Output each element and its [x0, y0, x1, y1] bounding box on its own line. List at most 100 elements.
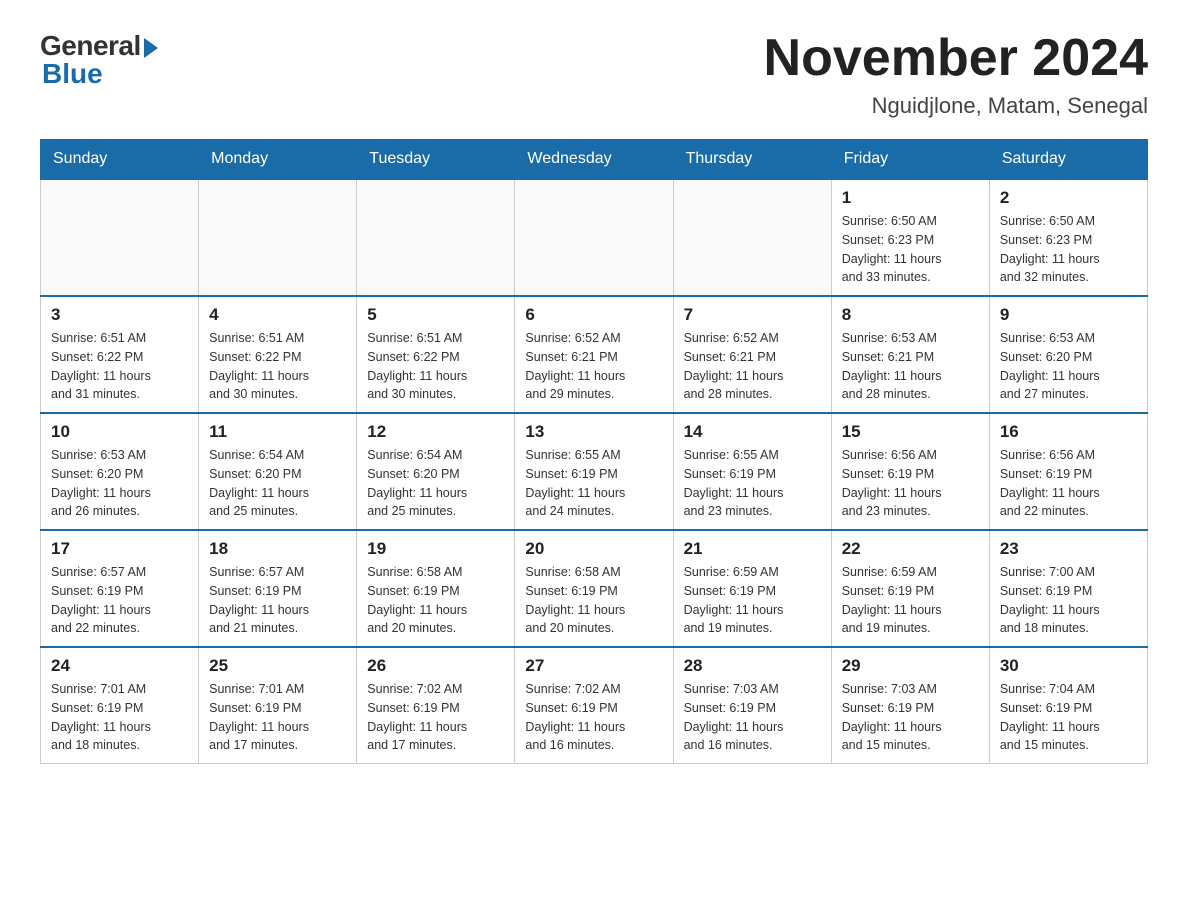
- day-number: 29: [842, 656, 979, 676]
- day-number: 27: [525, 656, 662, 676]
- day-number: 30: [1000, 656, 1137, 676]
- day-info: Sunrise: 6:58 AM Sunset: 6:19 PM Dayligh…: [525, 563, 662, 638]
- day-number: 24: [51, 656, 188, 676]
- calendar-cell: 10Sunrise: 6:53 AM Sunset: 6:20 PM Dayli…: [41, 413, 199, 530]
- day-info: Sunrise: 6:56 AM Sunset: 6:19 PM Dayligh…: [842, 446, 979, 521]
- calendar-cell: 14 Sunrise: 6:55 AM Sunset: 6:19 PM Dayli…: [673, 413, 831, 530]
- calendar-cell: 16Sunrise: 6:56 AM Sunset: 6:19 PM Dayli…: [989, 413, 1147, 530]
- day-number: 21: [684, 539, 821, 559]
- column-header-tuesday: Tuesday: [357, 140, 515, 180]
- week-row-2: 3 Sunrise: 6:51 AM Sunset: 6:22 PM Daylig…: [41, 296, 1148, 413]
- calendar-cell: [357, 179, 515, 296]
- day-number: 11: [209, 422, 346, 442]
- day-number: 20: [525, 539, 662, 559]
- day-number: 16: [1000, 422, 1137, 442]
- day-number: 18: [209, 539, 346, 559]
- calendar-cell: 28 Sunrise: 7:03 AM Sunset: 6:19 PM Dayli…: [673, 647, 831, 764]
- calendar-cell: 27 Sunrise: 7:02 AM Sunset: 6:19 PM Dayli…: [515, 647, 673, 764]
- week-row-4: 17 Sunrise: 6:57 AM Sunset: 6:19 PM Dayli…: [41, 530, 1148, 647]
- day-info: Sunrise: 7:00 AM Sunset: 6:19 PM Dayligh…: [1000, 563, 1137, 638]
- calendar-cell: 13Sunrise: 6:55 AM Sunset: 6:19 PM Dayli…: [515, 413, 673, 530]
- calendar-cell: 2 Sunrise: 6:50 AM Sunset: 6:23 PM Daylig…: [989, 179, 1147, 296]
- week-row-5: 24 Sunrise: 7:01 AM Sunset: 6:19 PM Dayli…: [41, 647, 1148, 764]
- day-number: 4: [209, 305, 346, 325]
- day-info: Sunrise: 7:02 AM Sunset: 6:19 PM Dayligh…: [525, 680, 662, 755]
- day-info: Sunrise: 6:51 AM Sunset: 6:22 PM Dayligh…: [51, 329, 188, 404]
- day-info: Sunrise: 7:03 AM Sunset: 6:19 PM Dayligh…: [684, 680, 821, 755]
- day-number: 23: [1000, 539, 1137, 559]
- day-number: 6: [525, 305, 662, 325]
- calendar-cell: 21 Sunrise: 6:59 AM Sunset: 6:19 PM Dayli…: [673, 530, 831, 647]
- day-info: Sunrise: 6:57 AM Sunset: 6:19 PM Dayligh…: [51, 563, 188, 638]
- calendar-cell: [515, 179, 673, 296]
- day-number: 19: [367, 539, 504, 559]
- week-row-3: 10Sunrise: 6:53 AM Sunset: 6:20 PM Dayli…: [41, 413, 1148, 530]
- calendar-cell: 20 Sunrise: 6:58 AM Sunset: 6:19 PM Dayli…: [515, 530, 673, 647]
- calendar-cell: 29Sunrise: 7:03 AM Sunset: 6:19 PM Dayli…: [831, 647, 989, 764]
- calendar-cell: 11 Sunrise: 6:54 AM Sunset: 6:20 PM Dayli…: [199, 413, 357, 530]
- calendar-cell: 9Sunrise: 6:53 AM Sunset: 6:20 PM Daylig…: [989, 296, 1147, 413]
- day-info: Sunrise: 6:52 AM Sunset: 6:21 PM Dayligh…: [684, 329, 821, 404]
- day-info: Sunrise: 7:01 AM Sunset: 6:19 PM Dayligh…: [209, 680, 346, 755]
- title-area: November 2024 Nguidjlone, Matam, Senegal: [764, 30, 1148, 119]
- day-info: Sunrise: 6:59 AM Sunset: 6:19 PM Dayligh…: [684, 563, 821, 638]
- day-info: Sunrise: 6:50 AM Sunset: 6:23 PM Dayligh…: [1000, 212, 1137, 287]
- logo-triangle-icon: [144, 38, 158, 58]
- day-number: 14: [684, 422, 821, 442]
- day-number: 15: [842, 422, 979, 442]
- day-number: 28: [684, 656, 821, 676]
- day-info: Sunrise: 6:54 AM Sunset: 6:20 PM Dayligh…: [367, 446, 504, 521]
- calendar-cell: 3 Sunrise: 6:51 AM Sunset: 6:22 PM Daylig…: [41, 296, 199, 413]
- calendar-cell: [41, 179, 199, 296]
- column-header-saturday: Saturday: [989, 140, 1147, 180]
- day-info: Sunrise: 7:04 AM Sunset: 6:19 PM Dayligh…: [1000, 680, 1137, 755]
- day-info: Sunrise: 6:51 AM Sunset: 6:22 PM Dayligh…: [209, 329, 346, 404]
- location-subtitle: Nguidjlone, Matam, Senegal: [764, 93, 1148, 119]
- column-header-friday: Friday: [831, 140, 989, 180]
- day-info: Sunrise: 6:55 AM Sunset: 6:19 PM Dayligh…: [684, 446, 821, 521]
- calendar-cell: 18 Sunrise: 6:57 AM Sunset: 6:19 PM Dayli…: [199, 530, 357, 647]
- day-number: 3: [51, 305, 188, 325]
- calendar-cell: 7Sunrise: 6:52 AM Sunset: 6:21 PM Daylig…: [673, 296, 831, 413]
- day-info: Sunrise: 6:52 AM Sunset: 6:21 PM Dayligh…: [525, 329, 662, 404]
- day-info: Sunrise: 6:57 AM Sunset: 6:19 PM Dayligh…: [209, 563, 346, 638]
- calendar-cell: 22Sunrise: 6:59 AM Sunset: 6:19 PM Dayli…: [831, 530, 989, 647]
- header-row: SundayMondayTuesdayWednesdayThursdayFrid…: [41, 140, 1148, 180]
- calendar-cell: 5Sunrise: 6:51 AM Sunset: 6:22 PM Daylig…: [357, 296, 515, 413]
- calendar-cell: 12 Sunrise: 6:54 AM Sunset: 6:20 PM Dayli…: [357, 413, 515, 530]
- calendar-cell: 23 Sunrise: 7:00 AM Sunset: 6:19 PM Dayli…: [989, 530, 1147, 647]
- calendar-cell: 15 Sunrise: 6:56 AM Sunset: 6:19 PM Dayli…: [831, 413, 989, 530]
- day-number: 5: [367, 305, 504, 325]
- calendar-cell: 4 Sunrise: 6:51 AM Sunset: 6:22 PM Daylig…: [199, 296, 357, 413]
- calendar-cell: 19 Sunrise: 6:58 AM Sunset: 6:19 PM Dayli…: [357, 530, 515, 647]
- day-info: Sunrise: 6:55 AM Sunset: 6:19 PM Dayligh…: [525, 446, 662, 521]
- calendar-cell: 8 Sunrise: 6:53 AM Sunset: 6:21 PM Daylig…: [831, 296, 989, 413]
- day-info: Sunrise: 7:02 AM Sunset: 6:19 PM Dayligh…: [367, 680, 504, 755]
- day-number: 2: [1000, 188, 1137, 208]
- day-info: Sunrise: 6:53 AM Sunset: 6:21 PM Dayligh…: [842, 329, 979, 404]
- day-info: Sunrise: 6:58 AM Sunset: 6:19 PM Dayligh…: [367, 563, 504, 638]
- column-header-thursday: Thursday: [673, 140, 831, 180]
- day-number: 8: [842, 305, 979, 325]
- week-row-1: 1Sunrise: 6:50 AM Sunset: 6:23 PM Daylig…: [41, 179, 1148, 296]
- day-info: Sunrise: 6:50 AM Sunset: 6:23 PM Dayligh…: [842, 212, 979, 287]
- day-number: 12: [367, 422, 504, 442]
- header: General Blue November 2024 Nguidjlone, M…: [40, 30, 1148, 119]
- day-number: 17: [51, 539, 188, 559]
- calendar-cell: [673, 179, 831, 296]
- calendar-cell: 26 Sunrise: 7:02 AM Sunset: 6:19 PM Dayli…: [357, 647, 515, 764]
- day-number: 10: [51, 422, 188, 442]
- calendar-cell: 25Sunrise: 7:01 AM Sunset: 6:19 PM Dayli…: [199, 647, 357, 764]
- day-number: 26: [367, 656, 504, 676]
- day-info: Sunrise: 6:54 AM Sunset: 6:20 PM Dayligh…: [209, 446, 346, 521]
- day-info: Sunrise: 7:01 AM Sunset: 6:19 PM Dayligh…: [51, 680, 188, 755]
- calendar-cell: [199, 179, 357, 296]
- day-info: Sunrise: 6:59 AM Sunset: 6:19 PM Dayligh…: [842, 563, 979, 638]
- calendar-cell: 17 Sunrise: 6:57 AM Sunset: 6:19 PM Dayli…: [41, 530, 199, 647]
- calendar-cell: 24 Sunrise: 7:01 AM Sunset: 6:19 PM Dayli…: [41, 647, 199, 764]
- column-header-monday: Monday: [199, 140, 357, 180]
- logo: General Blue: [40, 30, 158, 90]
- logo-blue-text: Blue: [42, 58, 103, 90]
- column-header-sunday: Sunday: [41, 140, 199, 180]
- day-number: 9: [1000, 305, 1137, 325]
